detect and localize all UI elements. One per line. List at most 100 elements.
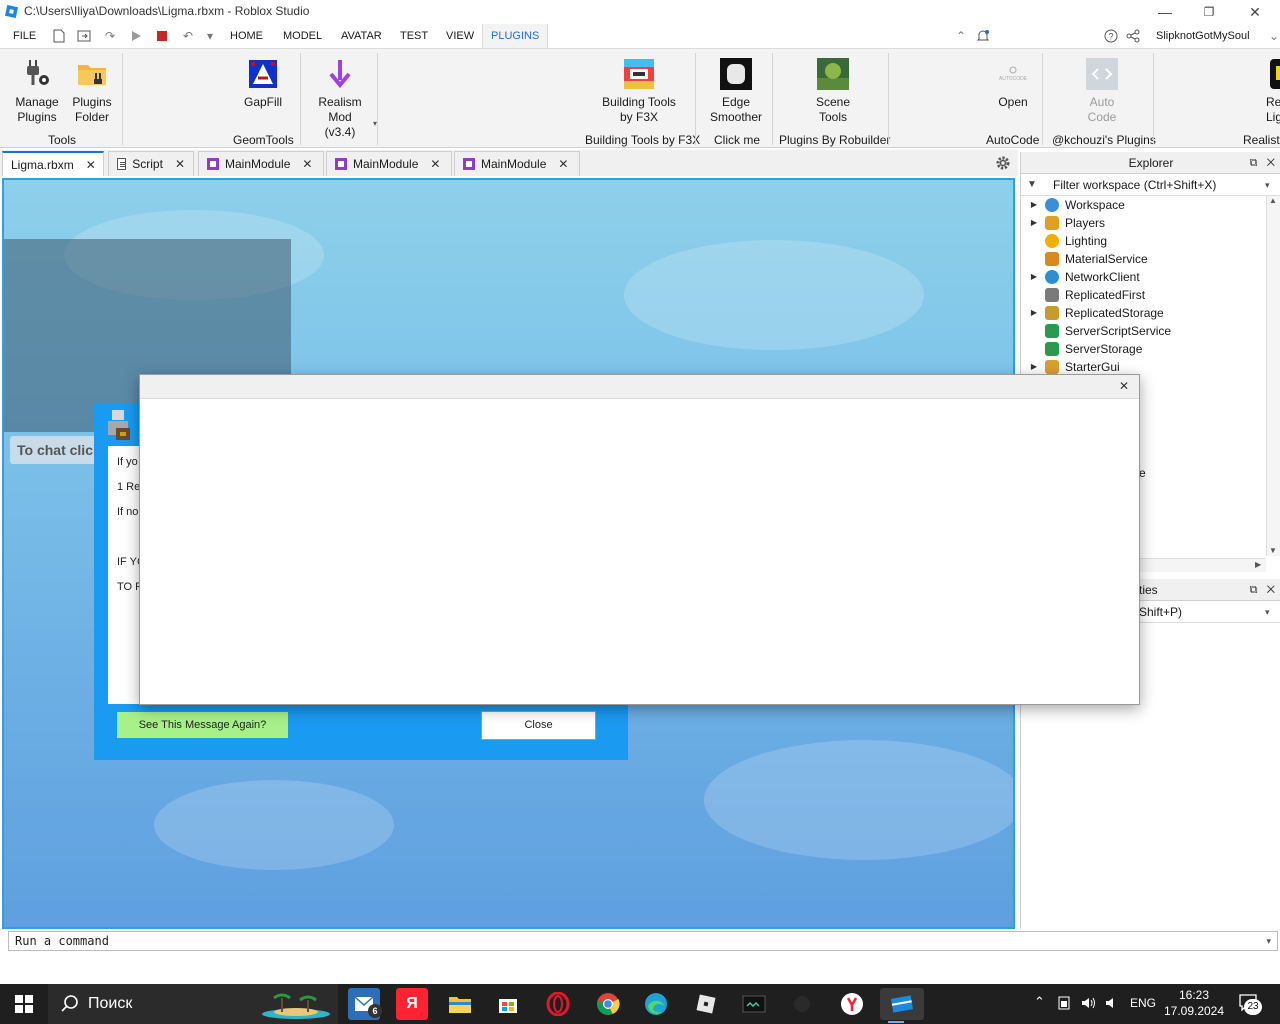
stop-icon[interactable] (154, 28, 170, 44)
expand-arrow-icon[interactable]: ▶ (1027, 304, 1041, 322)
quick-access-dropdown-icon[interactable]: ▾ (202, 28, 218, 44)
notifications-icon[interactable] (975, 28, 991, 44)
battery-network-icon[interactable] (1056, 995, 1072, 1011)
edge-icon[interactable] (640, 988, 672, 1020)
tree-item-label: NetworkClient (1065, 270, 1140, 284)
scroll-up-icon[interactable]: ▲ (1269, 196, 1277, 205)
auto-code-button[interactable]: Auto Code (1080, 57, 1124, 125)
menu-plugins[interactable]: PLUGINS (482, 24, 549, 48)
collapse-ribbon-icon[interactable]: ⌃ (953, 28, 969, 44)
tree-item-lighting[interactable]: Lighting (1021, 232, 1107, 250)
tree-item-players[interactable]: ▶ Players (1021, 214, 1105, 232)
dark-app-icon[interactable] (786, 988, 818, 1020)
undock-icon[interactable]: ⧉ (1250, 584, 1258, 596)
scene-tools-button[interactable]: Scene Tools (805, 57, 861, 125)
restore-button[interactable]: ❐ (1186, 0, 1232, 24)
tree-item-workspace[interactable]: ▶ Workspace (1021, 196, 1125, 214)
expand-arrow-icon[interactable]: ▶ (1027, 214, 1041, 232)
command-dropdown-icon[interactable]: ▾ (1266, 932, 1271, 950)
tab-ligma-rbxm[interactable]: Ligma.rbxm ✕ (2, 151, 104, 176)
play-icon[interactable] (128, 28, 144, 44)
new-file-icon[interactable] (51, 28, 67, 44)
scroll-down-icon[interactable]: ▼ (1269, 546, 1277, 555)
tab-mainmodule-1[interactable]: MainModule ✕ (198, 151, 324, 176)
filter-dropdown-icon[interactable]: ▾ (1265, 601, 1270, 623)
menu-home[interactable]: HOME (230, 24, 263, 48)
realistic-lighting-button[interactable]: Re Lig (1262, 57, 1280, 125)
clock[interactable]: 16:23 17.09.2024 (1162, 987, 1226, 1019)
menu-model[interactable]: MODEL (283, 24, 322, 48)
share-icon[interactable] (1125, 28, 1141, 44)
redo-icon[interactable]: ↷ (102, 28, 118, 44)
close-tab-icon[interactable]: ✕ (302, 157, 312, 171)
settings-gear-icon[interactable] (994, 154, 1012, 172)
menu-test[interactable]: TEST (400, 24, 428, 48)
tree-item-replicatedstorage[interactable]: ▶ ReplicatedStorage (1021, 304, 1164, 322)
plugins-folder-button[interactable]: Plugins Folder (67, 57, 117, 125)
expand-arrow-icon[interactable]: ▶ (1027, 196, 1041, 214)
dialog-close-button[interactable]: Close (481, 711, 596, 740)
tab-mainmodule-3[interactable]: MainModule ✕ (454, 151, 580, 176)
edge-smoother-button[interactable]: Edge Smoother (706, 57, 766, 125)
yandex-icon[interactable]: Я (396, 988, 428, 1020)
microsoft-store-icon[interactable] (492, 988, 524, 1020)
close-window-button[interactable]: ✕ (1232, 0, 1278, 24)
language-indicator[interactable]: ENG (1130, 996, 1156, 1010)
gapfill-button[interactable]: GapFill (240, 57, 286, 110)
menu-file[interactable]: FILE (13, 24, 36, 48)
publish-icon[interactable] (76, 28, 92, 44)
notification-count-badge: 23 (1244, 999, 1262, 1015)
opera-icon[interactable] (542, 988, 574, 1020)
building-tools-button[interactable]: Building Tools by F3X (600, 57, 678, 125)
realism-mod-button[interactable]: Realism Mod (v3.4) (305, 57, 375, 140)
yandex-browser-icon[interactable] (836, 988, 868, 1020)
chrome-icon[interactable] (592, 988, 624, 1020)
taskbar-search[interactable]: Поиск (48, 984, 338, 1024)
speaker-icon[interactable] (1104, 995, 1120, 1011)
terminal-app-icon[interactable] (738, 988, 770, 1020)
explorer-filter-input[interactable]: Filter workspace (Ctrl+Shift+X) (1053, 174, 1216, 196)
undock-icon[interactable]: ⧉ (1250, 157, 1258, 169)
menu-avatar[interactable]: AVATAR (341, 24, 382, 48)
account-dropdown-icon[interactable]: ⌄ (1266, 28, 1280, 44)
see-message-again-button[interactable]: See This Message Again? (117, 712, 288, 738)
tab-script[interactable]: Script ✕ (108, 151, 194, 176)
minimize-button[interactable]: — (1142, 0, 1188, 24)
file-explorer-icon[interactable] (444, 988, 476, 1020)
filter-funnel-icon[interactable]: ▼ (1027, 174, 1037, 196)
tray-overflow-icon[interactable]: ⌃ (1034, 994, 1045, 1010)
manage-plugins-button[interactable]: Manage Plugins (12, 57, 62, 125)
close-panel-icon[interactable]: ✕ (1267, 584, 1275, 596)
scroll-right-icon[interactable]: ▶ (1255, 560, 1261, 569)
tab-mainmodule-2[interactable]: MainModule ✕ (326, 151, 452, 176)
close-tab-icon[interactable]: ✕ (86, 158, 96, 172)
help-icon[interactable]: ? (1103, 28, 1119, 44)
tree-item-replicatedfirst[interactable]: ReplicatedFirst (1021, 286, 1145, 304)
tree-item-serverstorage[interactable]: ServerStorage (1021, 340, 1142, 358)
user-name[interactable]: SlipknotGotMySoul (1156, 24, 1250, 48)
autocode-open-button[interactable]: AUTOCODE Open (990, 57, 1036, 110)
undo-icon[interactable]: ↶ (180, 28, 196, 44)
filter-dropdown-icon[interactable]: ▾ (1265, 174, 1270, 196)
close-tab-icon[interactable]: ✕ (558, 157, 568, 171)
close-tab-icon[interactable]: ✕ (430, 157, 440, 171)
modal-close-icon[interactable]: ✕ (1119, 379, 1129, 393)
close-tab-icon[interactable]: ✕ (175, 157, 185, 171)
explorer-filter[interactable]: ▼ Filter workspace (Ctrl+Shift+X) ▾ (1021, 174, 1280, 196)
tree-item-networkclient[interactable]: ▶ NetworkClient (1021, 268, 1140, 286)
start-windows-icon[interactable] (8, 988, 40, 1020)
volume-icon[interactable] (1080, 995, 1096, 1011)
explorer-vertical-scrollbar[interactable]: ▲ ▼ (1266, 196, 1280, 556)
roblox-icon[interactable] (690, 988, 722, 1020)
tree-item-serverscriptservice[interactable]: ServerScriptService (1021, 322, 1171, 340)
expand-arrow-icon[interactable]: ▶ (1027, 268, 1041, 286)
mail-icon[interactable]: 6 (348, 988, 382, 1020)
roblox-studio-taskbar-icon[interactable] (880, 988, 924, 1023)
notification-center-icon[interactable]: 23 (1238, 993, 1262, 1015)
plug-gear-icon (20, 57, 54, 91)
menu-view[interactable]: VIEW (446, 24, 474, 48)
command-bar-input[interactable]: Run a command ▾ (8, 931, 1278, 951)
tree-item-materialservice[interactable]: MaterialService (1021, 250, 1148, 268)
properties-filter-input[interactable]: Shift+P) (1139, 601, 1182, 623)
close-panel-icon[interactable]: ✕ (1267, 157, 1275, 169)
